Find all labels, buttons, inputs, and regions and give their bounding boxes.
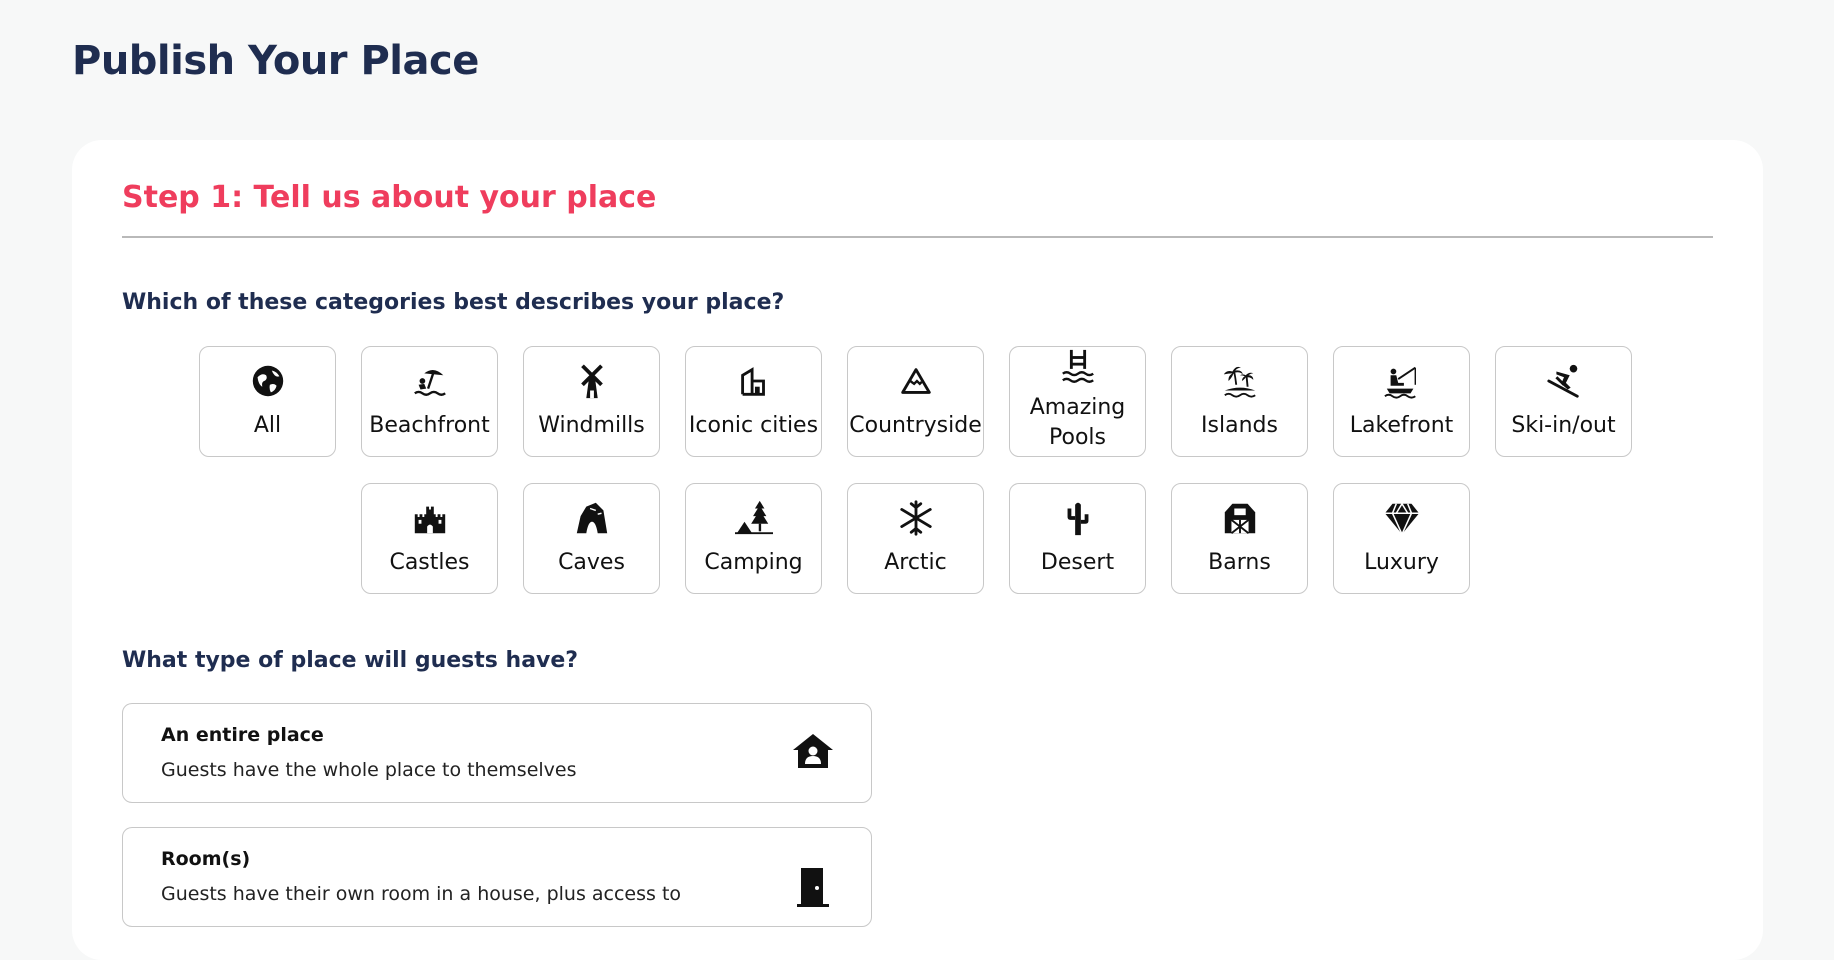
category-label: All bbox=[253, 413, 282, 438]
category-arctic[interactable]: Arctic bbox=[847, 483, 984, 594]
door-icon bbox=[791, 864, 835, 908]
place-type-entire-place[interactable]: An entire place Guests have the whole pl… bbox=[122, 703, 872, 803]
place-type-title: Room(s) bbox=[161, 848, 251, 870]
category-caves[interactable]: Caves bbox=[523, 483, 660, 594]
city-icon bbox=[734, 361, 774, 401]
barn-icon bbox=[1220, 498, 1260, 538]
umbrella-beach-icon bbox=[410, 361, 450, 401]
step-title: Step 1: Tell us about your place bbox=[122, 180, 657, 215]
place-type-description: Guests have their own room in a house, p… bbox=[161, 883, 682, 905]
category-desert[interactable]: Desert bbox=[1009, 483, 1146, 594]
category-camping[interactable]: Camping bbox=[685, 483, 822, 594]
category-amazing-pools[interactable]: Amazing Pools bbox=[1009, 346, 1146, 457]
category-label: Ski-in/out bbox=[1511, 413, 1616, 438]
category-label: Camping bbox=[704, 550, 803, 575]
category-label: Amazing Pools bbox=[1029, 395, 1126, 450]
place-type-description: Guests have the whole place to themselve… bbox=[161, 759, 577, 781]
page-title: Publish Your Place bbox=[72, 38, 479, 84]
category-countryside[interactable]: Countryside bbox=[847, 346, 984, 457]
cave-icon bbox=[572, 498, 612, 538]
category-luxury[interactable]: Luxury bbox=[1333, 483, 1470, 594]
category-islands[interactable]: Islands bbox=[1171, 346, 1308, 457]
divider bbox=[122, 236, 1713, 238]
category-iconic-cities[interactable]: Iconic cities bbox=[685, 346, 822, 457]
category-label: Windmills bbox=[538, 413, 645, 438]
place-type-question: What type of place will guests have? bbox=[122, 648, 579, 673]
category-label: Barns bbox=[1208, 550, 1271, 575]
category-label: Castles bbox=[389, 550, 470, 575]
category-label: Beachfront bbox=[369, 413, 490, 438]
category-barns[interactable]: Barns bbox=[1171, 483, 1308, 594]
tent-tree-icon bbox=[734, 498, 774, 538]
category-label: Desert bbox=[1040, 550, 1115, 575]
category-beachfront[interactable]: Beachfront bbox=[361, 346, 498, 457]
mountain-icon bbox=[896, 361, 936, 401]
fishing-icon bbox=[1382, 361, 1422, 401]
house-user-icon bbox=[791, 730, 835, 774]
globe-icon bbox=[248, 361, 288, 401]
category-row: Castles Caves Camping Arctic Desert Barn… bbox=[361, 483, 1470, 594]
category-label: Iconic cities bbox=[688, 413, 819, 438]
place-type-rooms[interactable]: Room(s) Guests have their own room in a … bbox=[122, 827, 872, 927]
categories-question: Which of these categories best describes… bbox=[122, 290, 785, 315]
palm-island-icon bbox=[1220, 361, 1260, 401]
category-label: Lakefront bbox=[1349, 413, 1454, 438]
category-lakefront[interactable]: Lakefront bbox=[1333, 346, 1470, 457]
windmill-icon bbox=[572, 361, 612, 401]
step-card: Step 1: Tell us about your place Which o… bbox=[72, 140, 1763, 960]
cactus-icon bbox=[1058, 498, 1098, 538]
category-windmills[interactable]: Windmills bbox=[523, 346, 660, 457]
skiing-icon bbox=[1544, 361, 1584, 401]
category-label: Luxury bbox=[1364, 550, 1439, 575]
category-all[interactable]: All bbox=[199, 346, 336, 457]
category-label: Arctic bbox=[884, 550, 947, 575]
category-castles[interactable]: Castles bbox=[361, 483, 498, 594]
castle-icon bbox=[410, 498, 450, 538]
category-label: Countryside bbox=[849, 413, 982, 438]
snowflake-icon bbox=[896, 498, 936, 538]
category-ski-in-out[interactable]: Ski-in/out bbox=[1495, 346, 1632, 457]
place-type-title: An entire place bbox=[161, 724, 324, 746]
diamond-icon bbox=[1382, 498, 1422, 538]
category-row: All Beachfront Windmills Iconic cities C… bbox=[199, 346, 1632, 457]
category-label: Islands bbox=[1201, 413, 1278, 438]
category-label: Caves bbox=[558, 550, 625, 575]
pool-ladder-icon bbox=[1058, 347, 1098, 387]
